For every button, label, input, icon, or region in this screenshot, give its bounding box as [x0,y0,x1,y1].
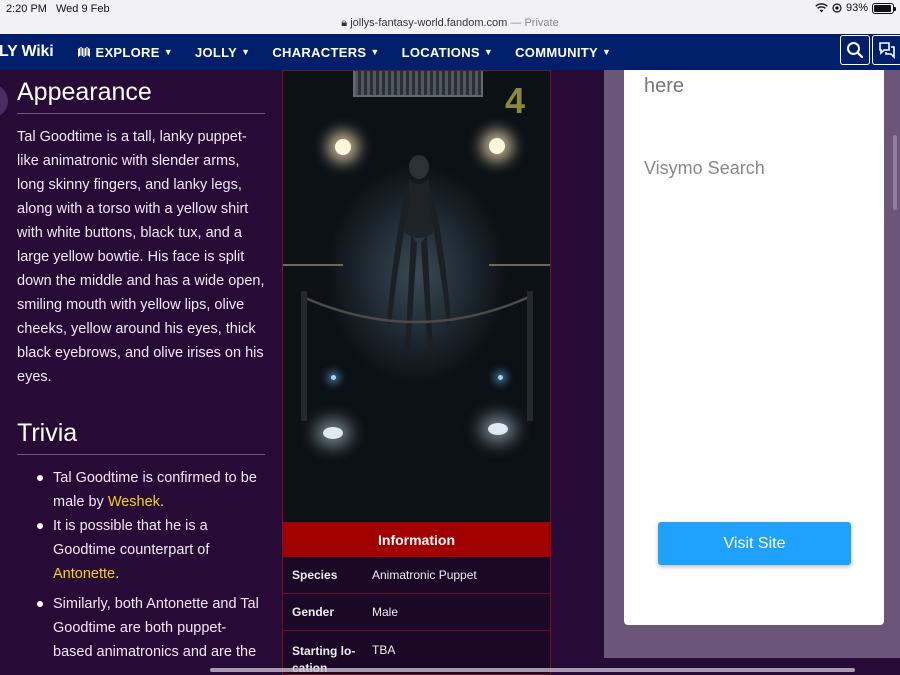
wifi-icon [815,3,828,13]
trivia-list: Tal Goodtime is confirmed to be male by … [17,466,265,586]
visit-site-button[interactable]: Visit Site [658,522,851,565]
chevron-down-icon: ▼ [370,47,380,57]
search-icon [847,42,864,59]
location-value: TBA [372,643,396,657]
stage-light [489,138,505,154]
battery-percent: 93% [845,2,868,14]
floor-glow [488,423,508,435]
nav-jolly-label: JOLLY [194,44,238,60]
list-item: Similarly, both Antonette and Tal Goodti… [0,592,265,664]
infobox-row-species: Species Animatronic Puppet [283,557,550,594]
discussions-icon [879,42,895,59]
ad-text: here [644,75,685,97]
infobox-row-gender: Gender Male [283,594,550,631]
appearance-heading: Appearance [17,78,265,114]
wiki-navbar: LY Wiki EXPLORE ▼ JOLLY ▼ CHARACTERS ▼ L… [0,34,900,70]
number-sign-icon: 4 [505,80,525,119]
nav-locations[interactable]: LOCATIONS ▼ [402,45,494,60]
nav-community-label: COMMUNITY [515,44,598,60]
location-icon [832,3,842,13]
ad-card[interactable]: here Visymo Search Visit Site [624,70,884,625]
ad-scrollbar[interactable] [893,135,897,210]
discussions-button[interactable] [872,35,900,65]
blue-spotlight [498,375,503,380]
nav-community[interactable]: COMMUNITY ▼ [515,45,611,60]
explore-icon [78,47,91,57]
infobox-header: Information [283,522,550,557]
species-value: Animatronic Puppet [372,568,477,582]
list-item: It is possible that he is a Goodtime cou… [17,514,265,586]
gender-label: Gender [292,605,335,619]
status-right: 93% [815,2,896,14]
nav-explore[interactable]: EXPLORE ▼ [77,44,173,60]
trivia-text-end: . [115,566,120,582]
ceiling-vent [353,71,483,97]
stanchion [527,291,533,421]
nav-characters-label: CHARACTERS [272,44,367,60]
status-date: Wed 9 Feb [56,3,110,15]
lock-icon: 🔒︎ [341,17,348,29]
url-text: jollys-fantasy-world.fandom.com [350,17,508,29]
blue-spotlight [331,375,336,380]
sub-trivia-list: Similarly, both Antonette and Tal Goodti… [17,592,265,664]
battery-icon [872,2,896,14]
private-label: — Private [510,17,559,29]
trivia-heading: Trivia [17,419,265,455]
address-bar[interactable]: 🔒︎ jollys-fantasy-world.fandom.com — Pri… [0,17,900,30]
weshek-link[interactable]: Weshek [108,494,160,510]
nav-jolly[interactable]: JOLLY ▼ [195,45,250,60]
gender-value: Male [372,605,399,619]
article-body: Appearance Tal Goodtime is a tall, lanky… [17,70,265,664]
trivia-text: It is possible that he is a Goodtime cou… [53,518,210,558]
chevron-down-icon: ▼ [163,47,173,57]
floor-glow [323,427,343,439]
ios-status-bar: 2:20 PM Wed 9 Feb 93% 🔒︎ jollys-fantasy-… [0,0,900,34]
ad-brand: Visymo Search [644,158,765,178]
nav-explore-label: EXPLORE [95,44,160,60]
nav-characters[interactable]: CHARACTERS ▼ [272,45,379,60]
appearance-text: Tal Goodtime is a tall, lanky puppet-lik… [17,129,265,385]
character-image[interactable]: 4 [283,71,550,522]
chevron-down-icon: ▼ [601,47,612,57]
antonette-link[interactable]: Antonette [53,566,115,582]
species-label: Species [292,568,338,582]
horizontal-scrollbar[interactable] [210,668,855,672]
nav-locations-label: LOCATIONS [401,44,480,60]
stanchion [301,291,307,421]
list-item: Tal Goodtime is confirmed to be male by … [17,466,265,514]
chevron-down-icon: ▼ [241,47,251,57]
rail [283,264,343,266]
stage-light [335,139,351,155]
chevron-down-icon: ▼ [483,47,494,57]
search-button[interactable] [840,35,870,65]
rail [489,264,550,266]
svg-text:4: 4 [505,80,525,119]
trivia-text-end: . [159,494,164,510]
page-content: Appearance Tal Goodtime is a tall, lanky… [0,70,900,675]
wiki-brand[interactable]: LY Wiki [0,43,54,61]
rope-barrier-icon [302,295,530,324]
status-time: 2:20 PM [6,3,47,15]
side-tab[interactable] [0,84,8,118]
character-infobox: 4 Information Species Animatronic Puppet… [282,70,551,675]
